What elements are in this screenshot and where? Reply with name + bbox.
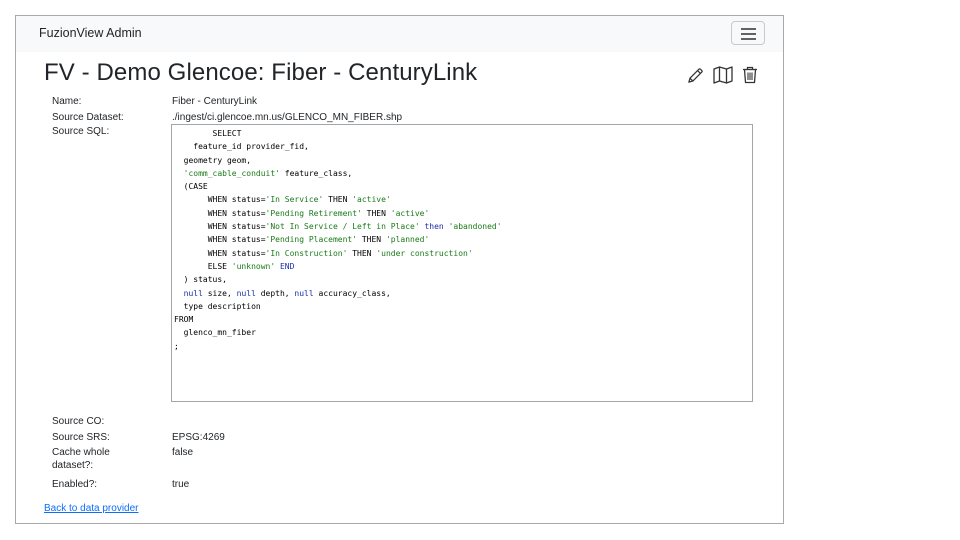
sql-token: SELECT: [174, 129, 242, 138]
sql-line: WHEN status='In Construction' THEN 'unde…: [174, 247, 752, 260]
sql-token: END: [279, 261, 295, 271]
action-toolbar: [686, 64, 759, 86]
enabled-value: true: [172, 479, 190, 490]
dataset-value: ./ingest/ci.glencoe.mn.us/GLENCO_MN_FIBE…: [172, 112, 403, 123]
sql-token: 'comm_cable_conduit': [183, 168, 280, 178]
co-label: Source CO:: [52, 416, 105, 427]
sql-token: ;: [174, 341, 179, 351]
hamburger-icon: [741, 28, 756, 30]
sql-label: Source SQL:: [52, 126, 110, 137]
hamburger-icon-bar: [741, 33, 756, 35]
edit-button[interactable]: [686, 66, 705, 85]
sql-token: feature_id provider_fid,: [174, 142, 309, 152]
sql-token: ) status,: [174, 275, 227, 285]
sql-token: 'under construction': [376, 248, 473, 258]
sql-line: 'comm_cable_conduit' feature_class,: [174, 167, 752, 180]
sql-token: ELSE: [174, 261, 232, 271]
sql-token: 'Pending Retirement': [265, 208, 362, 218]
sql-token: 'In Service': [265, 195, 324, 205]
sql-token: 'planned': [385, 235, 430, 245]
sql-line: glenco_mn_fiber: [174, 326, 752, 339]
sql-line: FROM: [174, 313, 752, 326]
sql-token: 'Pending Placement': [265, 235, 358, 245]
navbar: FuzionView Admin: [16, 16, 783, 52]
sql-token: WHEN status=: [174, 208, 266, 218]
sql-token: then: [424, 222, 444, 232]
sql-token: WHEN status=: [174, 248, 266, 258]
sql-token: null: [236, 288, 256, 298]
dataset-label: Source Dataset:: [52, 112, 124, 123]
map-icon: [713, 66, 733, 84]
menu-toggle-button[interactable]: [731, 21, 765, 45]
sql-token: geometry geom,: [174, 155, 252, 165]
sql-token: WHEN status=: [174, 235, 266, 245]
sql-line: null size, null depth, null accuracy_cla…: [174, 287, 752, 300]
sql-token: 'active': [352, 195, 391, 205]
sql-token: WHEN status=: [174, 195, 266, 205]
back-to-provider-link[interactable]: Back to data provider: [44, 503, 139, 514]
sql-token: THEN: [357, 235, 386, 245]
sql-token: 'In Construction': [265, 248, 348, 258]
sql-token: THEN: [361, 208, 391, 218]
sql-line: ELSE 'unknown' END: [174, 260, 752, 273]
sql-line: WHEN status='In Service' THEN 'active': [174, 193, 752, 206]
cache-value: false: [172, 447, 194, 458]
sql-line: (CASE: [174, 180, 752, 193]
delete-button[interactable]: [741, 65, 759, 85]
navbar-brand[interactable]: FuzionView Admin: [39, 26, 142, 40]
sql-line: geometry geom,: [174, 154, 752, 167]
sql-line: feature_id provider_fid,: [174, 140, 752, 153]
sql-line: ) status,: [174, 273, 752, 286]
map-button[interactable]: [712, 65, 734, 85]
sql-token: THEN: [323, 195, 353, 205]
cache-label: Cache whole dataset?:: [52, 447, 110, 471]
sql-token: accuracy_class,: [313, 288, 391, 298]
sql-line: WHEN status='Pending Placement' THEN 'pl…: [174, 233, 752, 246]
sql-token: 'active': [390, 208, 430, 218]
sql-token: depth,: [255, 288, 295, 298]
sql-token: THEN: [347, 248, 377, 258]
source-sql-textarea[interactable]: SELECT feature_id provider_fid, geometry…: [171, 124, 753, 402]
name-label: Name:: [52, 96, 82, 107]
sql-token: 'Not In Service / Left in Place': [265, 222, 420, 232]
sql-line: WHEN status='Pending Retirement' THEN 'a…: [174, 207, 752, 220]
sql-line: SELECT: [174, 127, 752, 140]
sql-line: ;: [174, 340, 752, 353]
page-title: FV - Demo Glencoe: Fiber - CenturyLink: [44, 59, 478, 86]
sql-token: 'unknown': [231, 261, 276, 271]
sql-token: size,: [202, 288, 237, 298]
pencil-icon: [688, 67, 703, 83]
sql-token: null: [294, 288, 314, 298]
sql-token: WHEN status=: [174, 222, 266, 232]
hamburger-icon-bar: [741, 38, 756, 40]
srs-value: EPSG:4269: [172, 432, 225, 443]
enabled-label: Enabled?:: [52, 479, 98, 490]
sql-token: feature_class,: [279, 168, 353, 178]
admin-panel: FuzionView Admin FV - Demo Glencoe: Fibe…: [15, 15, 784, 524]
srs-label: Source SRS:: [52, 432, 110, 443]
sql-token: null: [183, 288, 203, 298]
name-value: Fiber - CenturyLink: [172, 96, 258, 107]
sql-token: glenco_mn_fiber: [174, 328, 256, 338]
sql-token: (CASE: [174, 182, 208, 192]
sql-line: WHEN status='Not In Service / Left in Pl…: [174, 220, 752, 233]
sql-line: type description: [174, 300, 752, 313]
trash-icon: [743, 66, 757, 84]
sql-token: FROM: [174, 315, 194, 325]
sql-token: type description: [174, 301, 261, 311]
sql-token: 'abandoned': [448, 222, 502, 232]
